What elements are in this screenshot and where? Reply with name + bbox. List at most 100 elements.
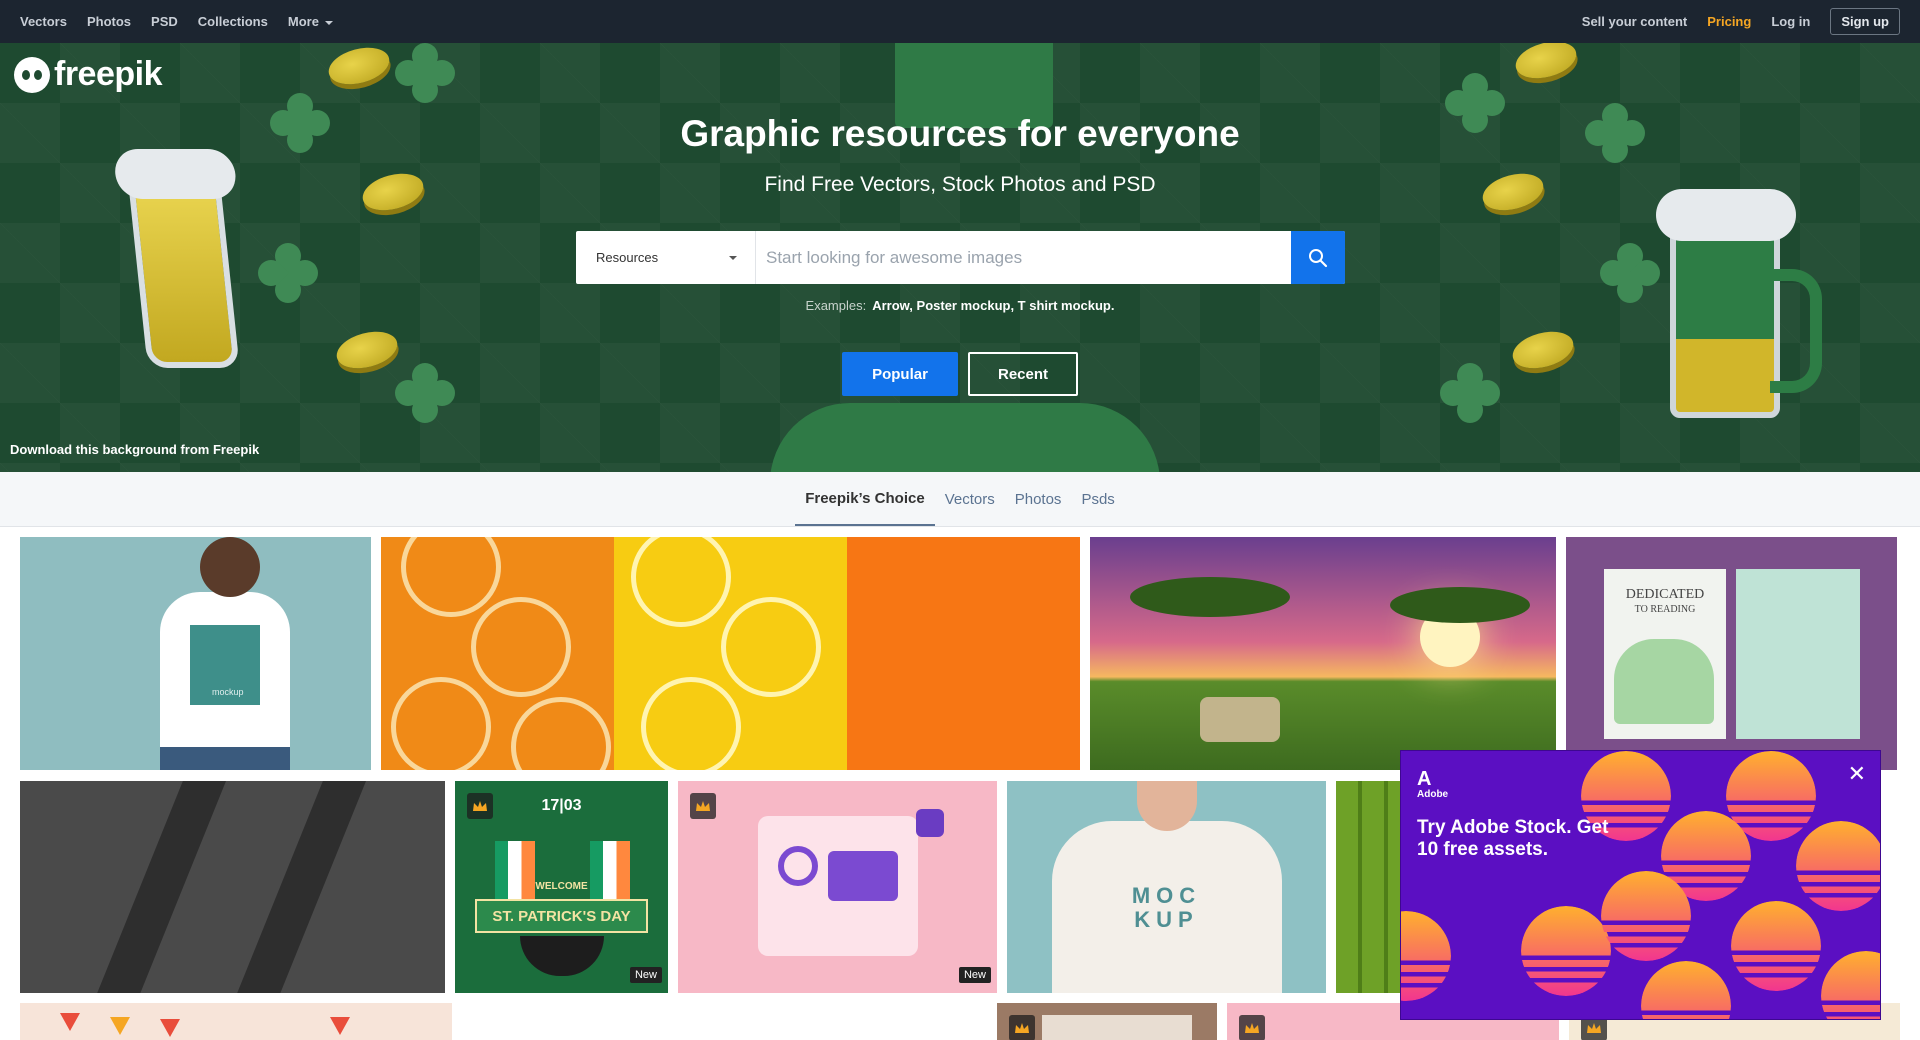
rock: [1200, 697, 1280, 742]
signup-button[interactable]: Sign up: [1830, 8, 1900, 35]
person-head: [200, 537, 260, 597]
resource-tile[interactable]: [997, 1003, 1217, 1040]
resource-tile[interactable]: [20, 1003, 452, 1040]
sun-shape: [1731, 901, 1821, 991]
orange-slice: [471, 597, 571, 697]
freepik-logo-icon: [14, 56, 50, 93]
clover-icon: [1594, 237, 1666, 309]
beer-glass-illustration: [128, 183, 240, 368]
search-examples: Examples: Arrow, Poster mockup, T shirt m…: [0, 298, 1920, 313]
leprechaun-legs-illustration: [770, 403, 1160, 472]
tire-track: [232, 781, 368, 993]
background-credit-link[interactable]: Download this background from Freepik: [10, 442, 259, 457]
orange-peel-texture: [847, 537, 1080, 770]
orange-slice: [391, 677, 491, 770]
resource-tile[interactable]: [1090, 537, 1556, 770]
nav-more[interactable]: More: [288, 14, 333, 29]
chevron-down-icon: [729, 255, 737, 260]
sun-shape: [1796, 821, 1880, 911]
examples-label: Examples:: [805, 298, 867, 313]
resource-tile[interactable]: DEDICATED TO READING: [1566, 537, 1897, 770]
pot-of-gold: [520, 936, 604, 976]
mockup-text-line2: KUP: [1134, 907, 1199, 932]
tab-psds[interactable]: Psds: [1071, 472, 1124, 526]
sun-shape: [1521, 906, 1611, 996]
resource-tile[interactable]: 17|03 WELCOME ST. PATRICK'S DAY New: [455, 781, 668, 993]
book-title: DEDICATED: [1625, 587, 1705, 602]
resource-tile[interactable]: [381, 537, 1080, 770]
sun-shape: [1821, 951, 1880, 1019]
tree-canopy: [1390, 587, 1530, 623]
resource-tile[interactable]: MOC KUP: [1007, 781, 1326, 993]
flyer-date: 17|03: [541, 797, 582, 814]
freepik-logo[interactable]: freepik: [14, 55, 163, 94]
coin-icon: [324, 43, 394, 91]
examples-links[interactable]: Arrow, Poster mockup, T shirt mockup.: [872, 298, 1114, 313]
nav-collections[interactable]: Collections: [198, 14, 268, 29]
popular-button[interactable]: Popular: [842, 352, 958, 396]
ad-headline: Try Adobe Stock. Get 10 free assets.: [1417, 817, 1609, 860]
close-icon[interactable]: ✕: [1848, 763, 1866, 785]
book-subtitle: TO READING: [1634, 604, 1696, 615]
nav-more-label: More: [287, 14, 319, 29]
tab-photos[interactable]: Photos: [1005, 472, 1072, 526]
hero-banner: freepik Graphic resources for everyone F…: [0, 43, 1920, 472]
search-icon: [1309, 248, 1328, 267]
nav-left: Vectors Photos PSD Collections More: [20, 14, 353, 29]
adobe-stock-ad[interactable]: A Adobe Try Adobe Stock. Get 10 free ass…: [1400, 750, 1881, 1020]
top-navigation: Vectors Photos PSD Collections More Sell…: [0, 0, 1920, 43]
beer-mug-illustration: [1656, 189, 1822, 418]
resource-tile[interactable]: [20, 781, 445, 993]
tree-canopy: [1130, 577, 1290, 617]
search-input[interactable]: [756, 231, 1291, 284]
search-button[interactable]: [1291, 231, 1345, 284]
adobe-logo-icon: A: [1417, 768, 1432, 790]
clover-icon: [1434, 357, 1506, 429]
hero-subtitle: Find Free Vectors, Stock Photos and PSD: [764, 173, 1156, 196]
nav-psd[interactable]: PSD: [151, 14, 178, 29]
resource-tile[interactable]: New: [678, 781, 997, 993]
resource-tile[interactable]: mockup: [20, 537, 371, 770]
tab-vectors[interactable]: Vectors: [935, 472, 1005, 526]
sell-content-link[interactable]: Sell your content: [1582, 14, 1687, 29]
book-cover: DEDICATED TO READING: [1604, 569, 1726, 739]
resource-type-select[interactable]: Resources: [576, 231, 756, 284]
lemon-slice: [641, 677, 741, 770]
recent-button[interactable]: Recent: [968, 352, 1078, 396]
bunting-flag: [330, 1017, 350, 1035]
search-bar: Resources: [576, 231, 1345, 284]
resource-type-value: Resources: [596, 250, 659, 265]
nav-vectors[interactable]: Vectors: [20, 14, 67, 29]
poster-preview: [1042, 1015, 1192, 1040]
premium-crown-icon: [1009, 1015, 1035, 1040]
book-back-cover: [1736, 569, 1860, 739]
flyer-welcome: WELCOME: [535, 881, 588, 892]
new-badge: New: [629, 967, 662, 983]
lemon-slice: [721, 597, 821, 697]
coin-icon: [332, 325, 402, 375]
nav-right: Sell your content Pricing Log in Sign up: [1562, 8, 1900, 35]
flyer-title: ST. PATRICK'S DAY: [475, 899, 648, 933]
bunting-flag: [160, 1019, 180, 1037]
sun-shape: [1401, 911, 1451, 1001]
chart-illustration: [778, 846, 818, 886]
tire-track: [92, 781, 228, 993]
adobe-logo-text: Adobe: [1417, 789, 1449, 800]
book-illustration: [1614, 639, 1714, 724]
login-link[interactable]: Log in: [1771, 14, 1810, 29]
tab-freepiks-choice[interactable]: Freepik’s Choice: [795, 472, 935, 526]
coin-icon: [1511, 43, 1581, 85]
bunting-flag: [60, 1013, 80, 1031]
premium-crown-icon: [1239, 1015, 1265, 1040]
nav-photos[interactable]: Photos: [87, 14, 131, 29]
clover-icon: [389, 357, 461, 429]
pricing-link[interactable]: Pricing: [1707, 14, 1751, 29]
new-badge: New: [958, 967, 991, 983]
clover-icon: [389, 43, 461, 109]
panel-illustration: [828, 851, 898, 901]
mockup-text-line1: MOC: [1131, 883, 1202, 908]
brand-name: freepik: [54, 55, 163, 93]
coin-icon: [1508, 325, 1578, 375]
shirt-label: mockup: [212, 687, 244, 697]
hero-title: Graphic resources for everyone: [680, 113, 1240, 154]
